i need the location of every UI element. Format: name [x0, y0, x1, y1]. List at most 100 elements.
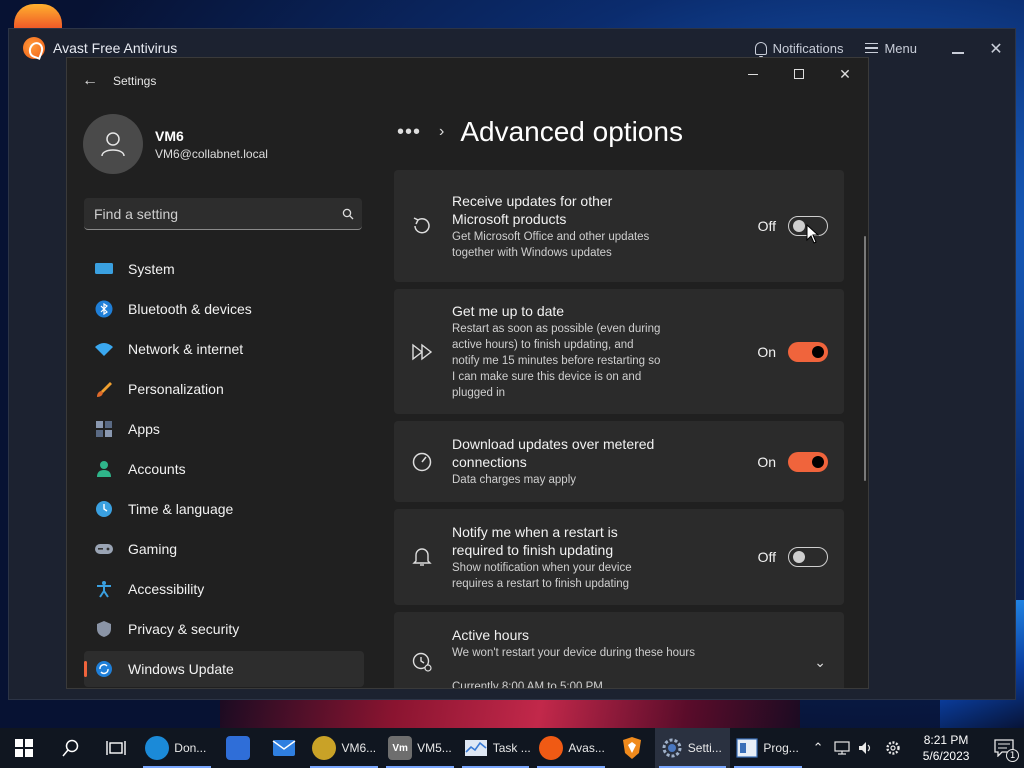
- nav-label: Gaming: [128, 541, 178, 557]
- taskbar-app-vm5[interactable]: Vm VM5...: [382, 728, 458, 768]
- notification-center-button[interactable]: 1: [984, 728, 1024, 768]
- nav-item-apps[interactable]: Apps: [84, 411, 364, 447]
- toggle-state-label: Off: [757, 549, 776, 565]
- close-icon: ✕: [989, 38, 1003, 58]
- toggle-state-label: Off: [757, 218, 776, 234]
- option-description: Get Microsoft Office and other updates t…: [452, 230, 650, 259]
- active-hours-current: Currently 8:00 AM to 5:00 PM: [452, 681, 603, 689]
- taskbar: Don... VM6... Vm VM5... Task ... Avas...…: [0, 728, 1024, 768]
- scrollbar[interactable]: [864, 236, 866, 481]
- settings-minimize-button[interactable]: [730, 58, 776, 90]
- settings-title: Settings: [113, 74, 157, 88]
- network-tray-icon[interactable]: [830, 728, 854, 768]
- option-card-metered[interactable]: Download updates over metered connection…: [394, 421, 844, 502]
- toggle-switch[interactable]: [788, 451, 828, 472]
- taskbar-app-avast[interactable]: Avas...: [533, 728, 609, 768]
- search-input[interactable]: [94, 205, 334, 222]
- nav-item-accessibility[interactable]: Accessibility: [84, 571, 364, 607]
- back-button[interactable]: ←: [67, 58, 113, 104]
- hamburger-icon: [865, 43, 879, 53]
- user-profile[interactable]: VM6 VM6@collabnet.local: [83, 114, 268, 174]
- taskbar-app-label: VM6...: [341, 741, 377, 755]
- nav-item-system[interactable]: System: [84, 251, 364, 287]
- search-icon: [62, 739, 78, 757]
- option-card-notify-restart[interactable]: Notify me when a restart is required to …: [394, 509, 844, 605]
- avast-minimize-button[interactable]: [939, 29, 977, 67]
- avast-close-button[interactable]: ✕: [977, 29, 1015, 67]
- nav-item-network[interactable]: Network & internet: [84, 331, 364, 367]
- fast-forward-icon: [410, 340, 434, 364]
- privacy-icon: [94, 619, 114, 639]
- taskbar-app-brave[interactable]: [609, 728, 655, 768]
- taskbar-app-label: Avas...: [568, 741, 605, 755]
- menu-button[interactable]: Menu: [865, 41, 917, 56]
- system-tray: ⌃ 8:21 PM 5/6/2023 1: [806, 728, 1024, 768]
- nav-item-gaming[interactable]: Gaming: [84, 531, 364, 567]
- breadcrumb-overflow-button[interactable]: •••: [397, 121, 421, 144]
- vm-bee-icon: [312, 736, 337, 760]
- taskbar-app-store[interactable]: [215, 728, 261, 768]
- breadcrumb: ••• › Advanced options: [397, 116, 683, 148]
- chevron-down-icon[interactable]: ⌄: [814, 654, 826, 671]
- nav-item-personalization[interactable]: Personalization: [84, 371, 364, 407]
- toggle-state-label: On: [757, 343, 776, 360]
- nav-item-time-language[interactable]: Time & language: [84, 491, 364, 527]
- clock[interactable]: 8:21 PM 5/6/2023: [908, 732, 984, 764]
- gear-icon[interactable]: [878, 728, 908, 768]
- notification-count-badge: 1: [1006, 749, 1020, 762]
- store-icon: [225, 736, 250, 760]
- time-language-icon: [94, 499, 114, 519]
- accessibility-icon: [94, 579, 114, 599]
- nav-item-accounts[interactable]: Accounts: [84, 451, 364, 487]
- option-title: Download updates over metered connection…: [452, 436, 655, 470]
- settings-window: ← Settings ✕ VM6 VM6@collabnet.local Sys…: [66, 57, 869, 689]
- option-card-active-hours[interactable]: Active hours We won't restart your devic…: [394, 612, 844, 689]
- chevron-up-icon[interactable]: ⌃: [806, 728, 830, 768]
- page-title: Advanced options: [460, 116, 683, 147]
- taskbar-search-button[interactable]: [48, 728, 94, 768]
- maximize-icon: [794, 69, 804, 79]
- mouse-cursor-icon: [806, 223, 820, 248]
- back-arrow-icon: ←: [82, 72, 98, 89]
- option-title: Active hours: [452, 627, 530, 643]
- toggle-switch[interactable]: [788, 341, 828, 362]
- option-card-other-products[interactable]: Receive updates for other Microsoft prod…: [394, 170, 844, 282]
- nav-label: Network & internet: [128, 341, 244, 357]
- network-icon: [94, 339, 114, 359]
- taskbar-app-settings[interactable]: Setti...: [654, 728, 731, 768]
- taskbar-app-label: Prog...: [763, 741, 799, 755]
- taskbar-app-programs[interactable]: Prog...: [730, 728, 806, 768]
- taskbar-app-label: Task ...: [492, 741, 531, 755]
- start-button[interactable]: [0, 728, 48, 768]
- taskbar-app-mail[interactable]: [261, 728, 307, 768]
- settings-maximize-button[interactable]: [776, 58, 822, 90]
- nav-item-windows-update[interactable]: Windows Update: [84, 651, 364, 687]
- option-title: Receive updates for other Microsoft prod…: [452, 192, 613, 227]
- option-description: We won't restart your device during thes…: [452, 647, 695, 659]
- nav-label: Accessibility: [128, 581, 205, 597]
- personalization-icon: [94, 379, 114, 399]
- taskbar-app-task-manager[interactable]: Task ...: [458, 728, 534, 768]
- search-icon[interactable]: [334, 208, 362, 220]
- search-box[interactable]: [84, 198, 362, 230]
- settings-close-button[interactable]: ✕: [822, 58, 868, 90]
- taskbar-app-edge[interactable]: Don...: [139, 728, 215, 768]
- nav-item-bluetooth[interactable]: Bluetooth & devices: [84, 291, 364, 327]
- avast-title: Avast Free Antivirus: [53, 40, 178, 56]
- avatar: [83, 114, 143, 174]
- speedometer-icon: [410, 450, 434, 474]
- toggle-switch[interactable]: [788, 547, 828, 567]
- bell-icon: [754, 41, 767, 58]
- notifications-button[interactable]: Notifications: [754, 41, 843, 58]
- person-icon: [101, 132, 125, 157]
- nav-label: System: [128, 261, 175, 277]
- bluetooth-icon: [94, 299, 114, 319]
- taskbar-app-vm6[interactable]: VM6...: [306, 728, 382, 768]
- task-view-button[interactable]: [94, 728, 140, 768]
- taskbar-app-label: Setti...: [687, 741, 722, 755]
- option-card-get-up-to-date[interactable]: Get me up to date Restart as soon as pos…: [394, 289, 844, 414]
- mail-icon: [272, 740, 295, 756]
- nav-item-privacy[interactable]: Privacy & security: [84, 611, 364, 647]
- chevron-right-icon: ›: [439, 123, 445, 140]
- volume-icon[interactable]: [854, 728, 878, 768]
